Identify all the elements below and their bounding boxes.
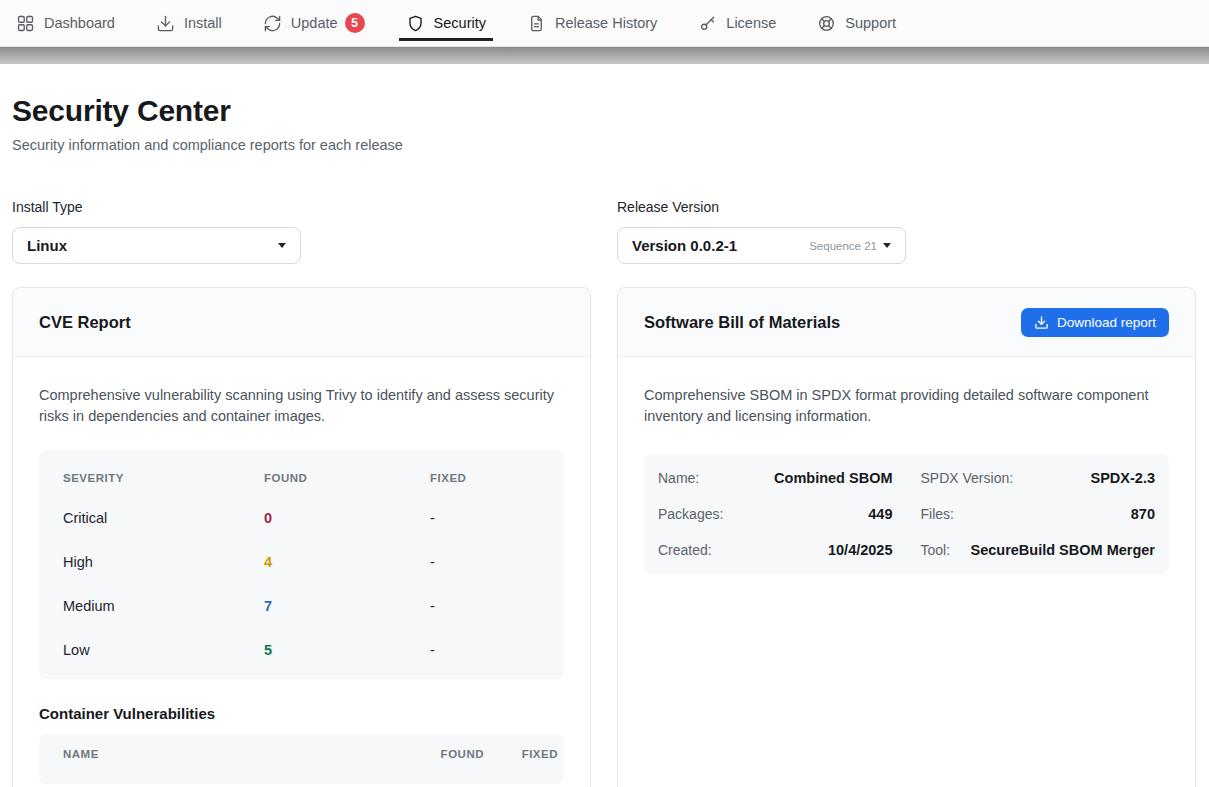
sbom-title: Software Bill of Materials [644, 313, 840, 332]
sbom-field-label: Files: [921, 506, 954, 522]
fixed-count: - [430, 554, 540, 570]
cve-report-header: CVE Report [13, 288, 590, 357]
download-report-button[interactable]: Download report [1021, 308, 1169, 337]
severity-table-header: SEVERITY FOUND FIXED [63, 460, 540, 496]
sbom-card: Software Bill of Materials Download repo… [617, 287, 1196, 787]
update-badge: 5 [345, 13, 365, 33]
nav-item-security[interactable]: Security [406, 0, 486, 46]
sbom-field-files-: Files: 870 [907, 496, 1170, 532]
nav-item-install[interactable]: Install [156, 0, 222, 46]
severity-row-critical: Critical0- [63, 496, 540, 540]
filters-row: Install Type Linux Release Version Versi… [12, 199, 1196, 264]
window-separator [0, 47, 1209, 64]
sbom-field-packages-: Packages: 449 [644, 496, 907, 532]
release-version-select[interactable]: Version 0.0.2-1 Sequence 21 [617, 227, 906, 264]
sbom-info-box: Name: Combined SBOM SPDX Version: SPDX-2.3 P… [644, 454, 1169, 574]
found-col-header: FOUND [264, 472, 430, 484]
top-nav: Dashboard Install Update 5 Security Release H… [0, 0, 1209, 47]
severity-label: High [63, 554, 264, 570]
sbom-field-label: SPDX Version: [921, 470, 1014, 486]
cve-report-card: CVE Report Comprehensive vulnerability s… [12, 287, 591, 787]
nav-item-support[interactable]: Support [817, 0, 896, 46]
container-vulns-header: NAME FOUND FIXED [39, 734, 564, 774]
sbom-field-label: Tool: [921, 542, 951, 558]
sbom-field-value: SecureBuild SBOM Merger [970, 542, 1155, 558]
severity-label: Medium [63, 598, 264, 614]
found-count: 0 [264, 510, 430, 526]
refresh-icon [263, 14, 282, 33]
fixed-col-header: FIXED [514, 748, 558, 760]
release-version-label: Release Version [617, 199, 1196, 215]
sbom-field-label: Created: [658, 542, 712, 558]
sbom-field-value: 449 [868, 506, 892, 522]
lifebuoy-icon [817, 14, 836, 33]
severity-col-header: SEVERITY [63, 472, 264, 484]
install-type-select[interactable]: Linux [12, 227, 301, 264]
nav-item-label: Dashboard [44, 15, 115, 31]
sbom-header: Software Bill of Materials Download repo… [618, 288, 1195, 357]
chevron-down-icon [278, 243, 286, 248]
severity-label: Critical [63, 510, 264, 526]
nav-item-dashboard[interactable]: Dashboard [16, 0, 115, 46]
nav-item-label: Security [434, 15, 486, 31]
sbom-field-spdx-version-: SPDX Version: SPDX-2.3 [907, 460, 1170, 496]
cards-row: CVE Report Comprehensive vulnerability s… [12, 287, 1196, 787]
severity-row-medium: Medium7- [63, 584, 540, 628]
page-title: Security Center [12, 94, 1196, 128]
cve-report-body: Comprehensive vulnerability scanning usi… [13, 357, 590, 787]
sbom-body: Comprehensive SBOM in SPDX format provid… [618, 357, 1195, 602]
sbom-field-name-: Name: Combined SBOM [644, 460, 907, 496]
sbom-field-label: Name: [658, 470, 699, 486]
download-icon [1034, 315, 1049, 330]
install-type-value: Linux [27, 237, 278, 254]
install-type-label: Install Type [12, 199, 591, 215]
sbom-field-value: SPDX-2.3 [1091, 470, 1155, 486]
severity-row-high: High4- [63, 540, 540, 584]
found-count: 4 [264, 554, 430, 570]
nav-item-release-history[interactable]: Release History [527, 0, 657, 46]
cve-report-title: CVE Report [39, 313, 131, 332]
sbom-description: Comprehensive SBOM in SPDX format provid… [644, 385, 1169, 426]
nav-item-label: Update [291, 15, 338, 31]
container-vulns-title: Container Vulnerabilities [39, 705, 564, 722]
nav-item-label: License [726, 15, 776, 31]
download-report-label: Download report [1057, 315, 1156, 330]
nav-item-update[interactable]: Update 5 [263, 0, 365, 46]
name-col-header: NAME [63, 748, 424, 760]
nav-item-label: Support [845, 15, 896, 31]
nav-item-license[interactable]: License [698, 0, 776, 46]
nav-item-label: Release History [555, 15, 657, 31]
found-count: 5 [264, 642, 430, 658]
sequence-label: Sequence 21 [809, 240, 877, 252]
severity-label: Low [63, 642, 264, 658]
shield-icon [406, 14, 425, 33]
install-type-field: Install Type Linux [12, 199, 591, 264]
page-subtitle: Security information and compliance repo… [12, 137, 1196, 153]
sbom-field-label: Packages: [658, 506, 723, 522]
sbom-field-value: 870 [1131, 506, 1155, 522]
found-col-header: FOUND [424, 748, 484, 760]
dashboard-icon [16, 14, 35, 33]
cve-report-description: Comprehensive vulnerability scanning usi… [39, 385, 564, 426]
key-icon [698, 14, 717, 33]
fixed-count: - [430, 598, 540, 614]
found-count: 7 [264, 598, 430, 614]
sbom-field-created-: Created: 10/4/2025 [644, 532, 907, 568]
sbom-field-value: Combined SBOM [774, 470, 892, 486]
fixed-count: - [430, 510, 540, 526]
download-icon [156, 14, 175, 33]
document-icon [527, 14, 546, 33]
nav-item-label: Install [184, 15, 222, 31]
severity-table: SEVERITY FOUND FIXED Critical0-High4-Med… [39, 450, 564, 679]
container-vulns-table: NAME FOUND FIXED [39, 734, 564, 784]
main-content: Security Center Security information and… [0, 94, 1209, 787]
fixed-count: - [430, 642, 540, 658]
severity-row-low: Low5- [63, 628, 540, 672]
release-version-field: Release Version Version 0.0.2-1 Sequence… [617, 199, 1196, 264]
fixed-col-header: FIXED [430, 472, 540, 484]
sbom-field-tool-: Tool: SecureBuild SBOM Merger [907, 532, 1170, 568]
release-version-value: Version 0.0.2-1 [632, 237, 809, 254]
sbom-field-value: 10/4/2025 [828, 542, 893, 558]
chevron-down-icon [883, 243, 891, 248]
